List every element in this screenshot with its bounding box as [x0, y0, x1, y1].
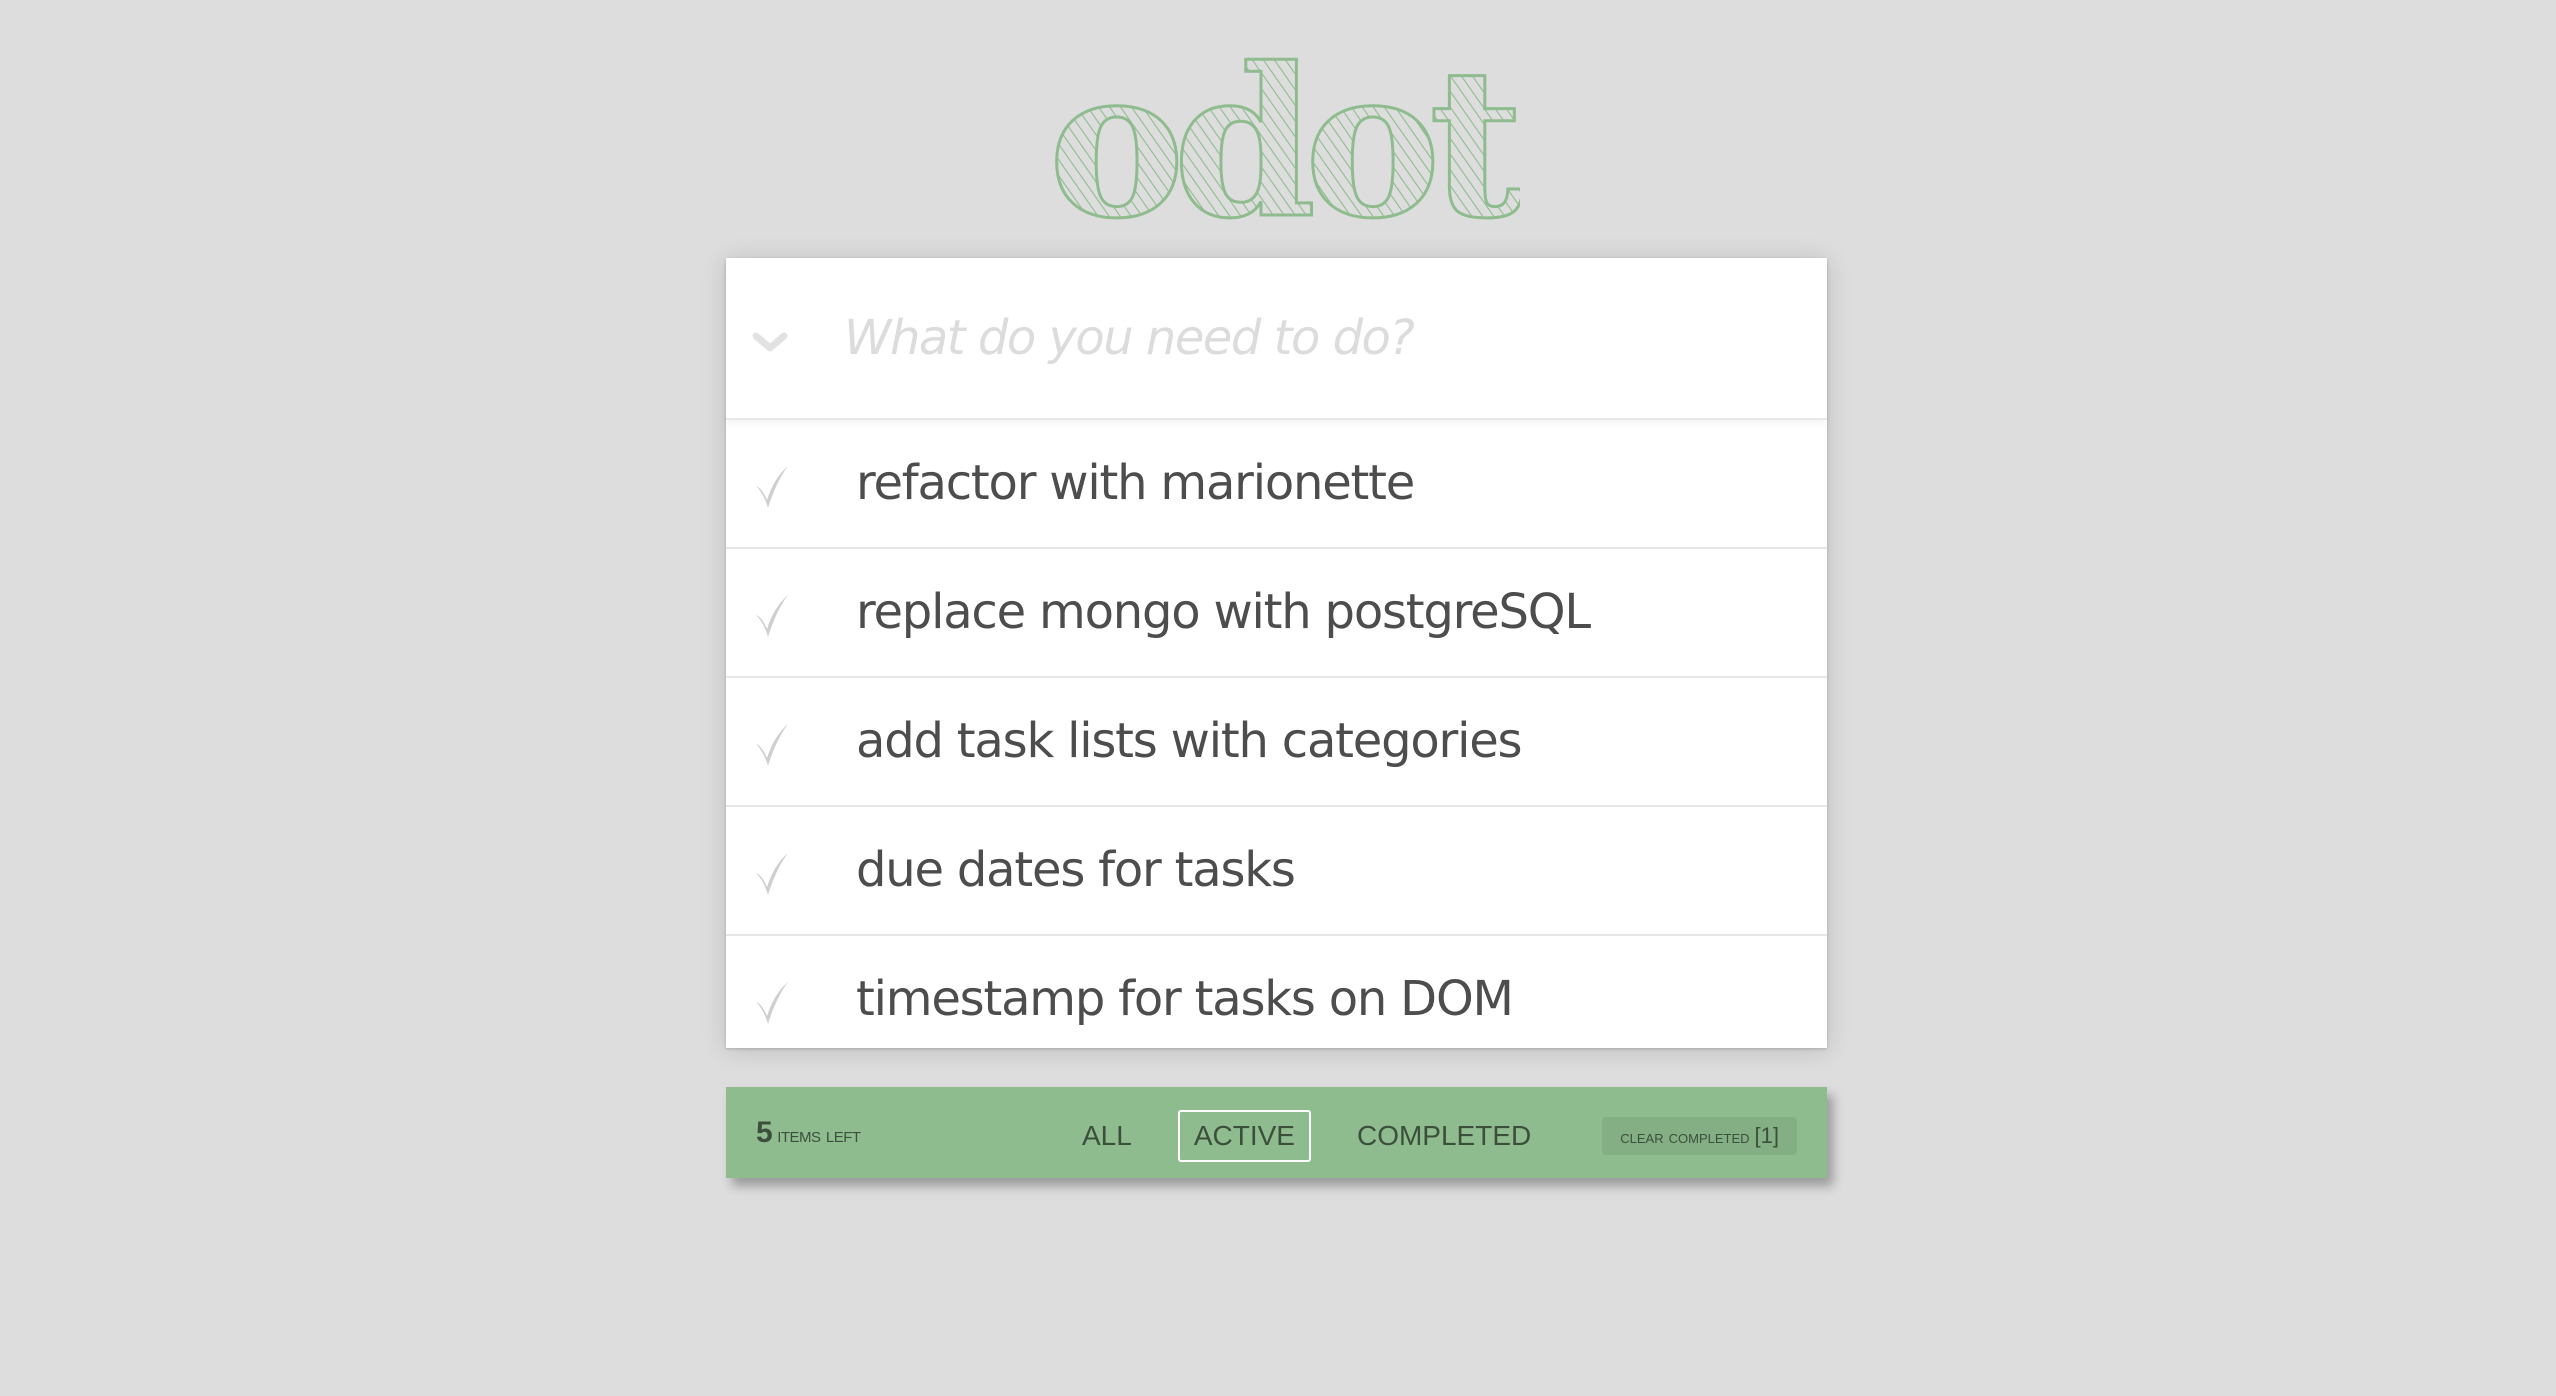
app-logo: odot: [1040, 40, 1520, 230]
todo-label: add task lists with categories: [856, 713, 1523, 769]
new-todo-row: [726, 258, 1827, 420]
todo-item[interactable]: add task lists with categories: [726, 678, 1827, 807]
new-todo-input[interactable]: [844, 298, 1784, 378]
todo-item[interactable]: refactor with marionette: [726, 420, 1827, 549]
clear-completed-count: [1]: [1754, 1123, 1779, 1148]
items-left-counter: 5 items left: [756, 1087, 861, 1181]
todo-card: refactor with marionette replace mongo w…: [726, 258, 1827, 1048]
todo-item[interactable]: timestamp for tasks on DOM: [726, 936, 1827, 1063]
clear-completed-label: clear completed: [1620, 1127, 1750, 1147]
checkmark-icon[interactable]: [748, 972, 798, 1028]
clear-completed-button[interactable]: clear completed [1]: [1602, 1117, 1797, 1155]
items-left-number: 5: [756, 1116, 773, 1149]
todo-label: timestamp for tasks on DOM: [856, 971, 1514, 1027]
todo-footer: 5 items left ALL ACTIVE COMPLETED clear c…: [726, 1087, 1827, 1178]
filter-active[interactable]: ACTIVE: [1177, 1110, 1311, 1162]
checkmark-icon[interactable]: [748, 843, 798, 899]
items-left-label: items left: [777, 1124, 861, 1147]
todo-label: replace mongo with postgreSQL: [856, 584, 1591, 640]
chevron-down-icon[interactable]: [744, 316, 796, 368]
todo-list: refactor with marionette replace mongo w…: [726, 420, 1827, 1063]
todo-item[interactable]: replace mongo with postgreSQL: [726, 549, 1827, 678]
filter-all[interactable]: ALL: [1066, 1110, 1148, 1162]
todo-label: due dates for tasks: [856, 842, 1296, 898]
todo-label: refactor with marionette: [856, 455, 1415, 511]
filter-tabs: ALL ACTIVE COMPLETED: [1066, 1110, 1547, 1162]
checkmark-icon[interactable]: [748, 456, 798, 512]
filter-completed[interactable]: COMPLETED: [1341, 1110, 1547, 1162]
todo-item[interactable]: due dates for tasks: [726, 807, 1827, 936]
checkmark-icon[interactable]: [748, 585, 798, 641]
checkmark-icon[interactable]: [748, 714, 798, 770]
logo-text: odot: [1048, 40, 1520, 230]
